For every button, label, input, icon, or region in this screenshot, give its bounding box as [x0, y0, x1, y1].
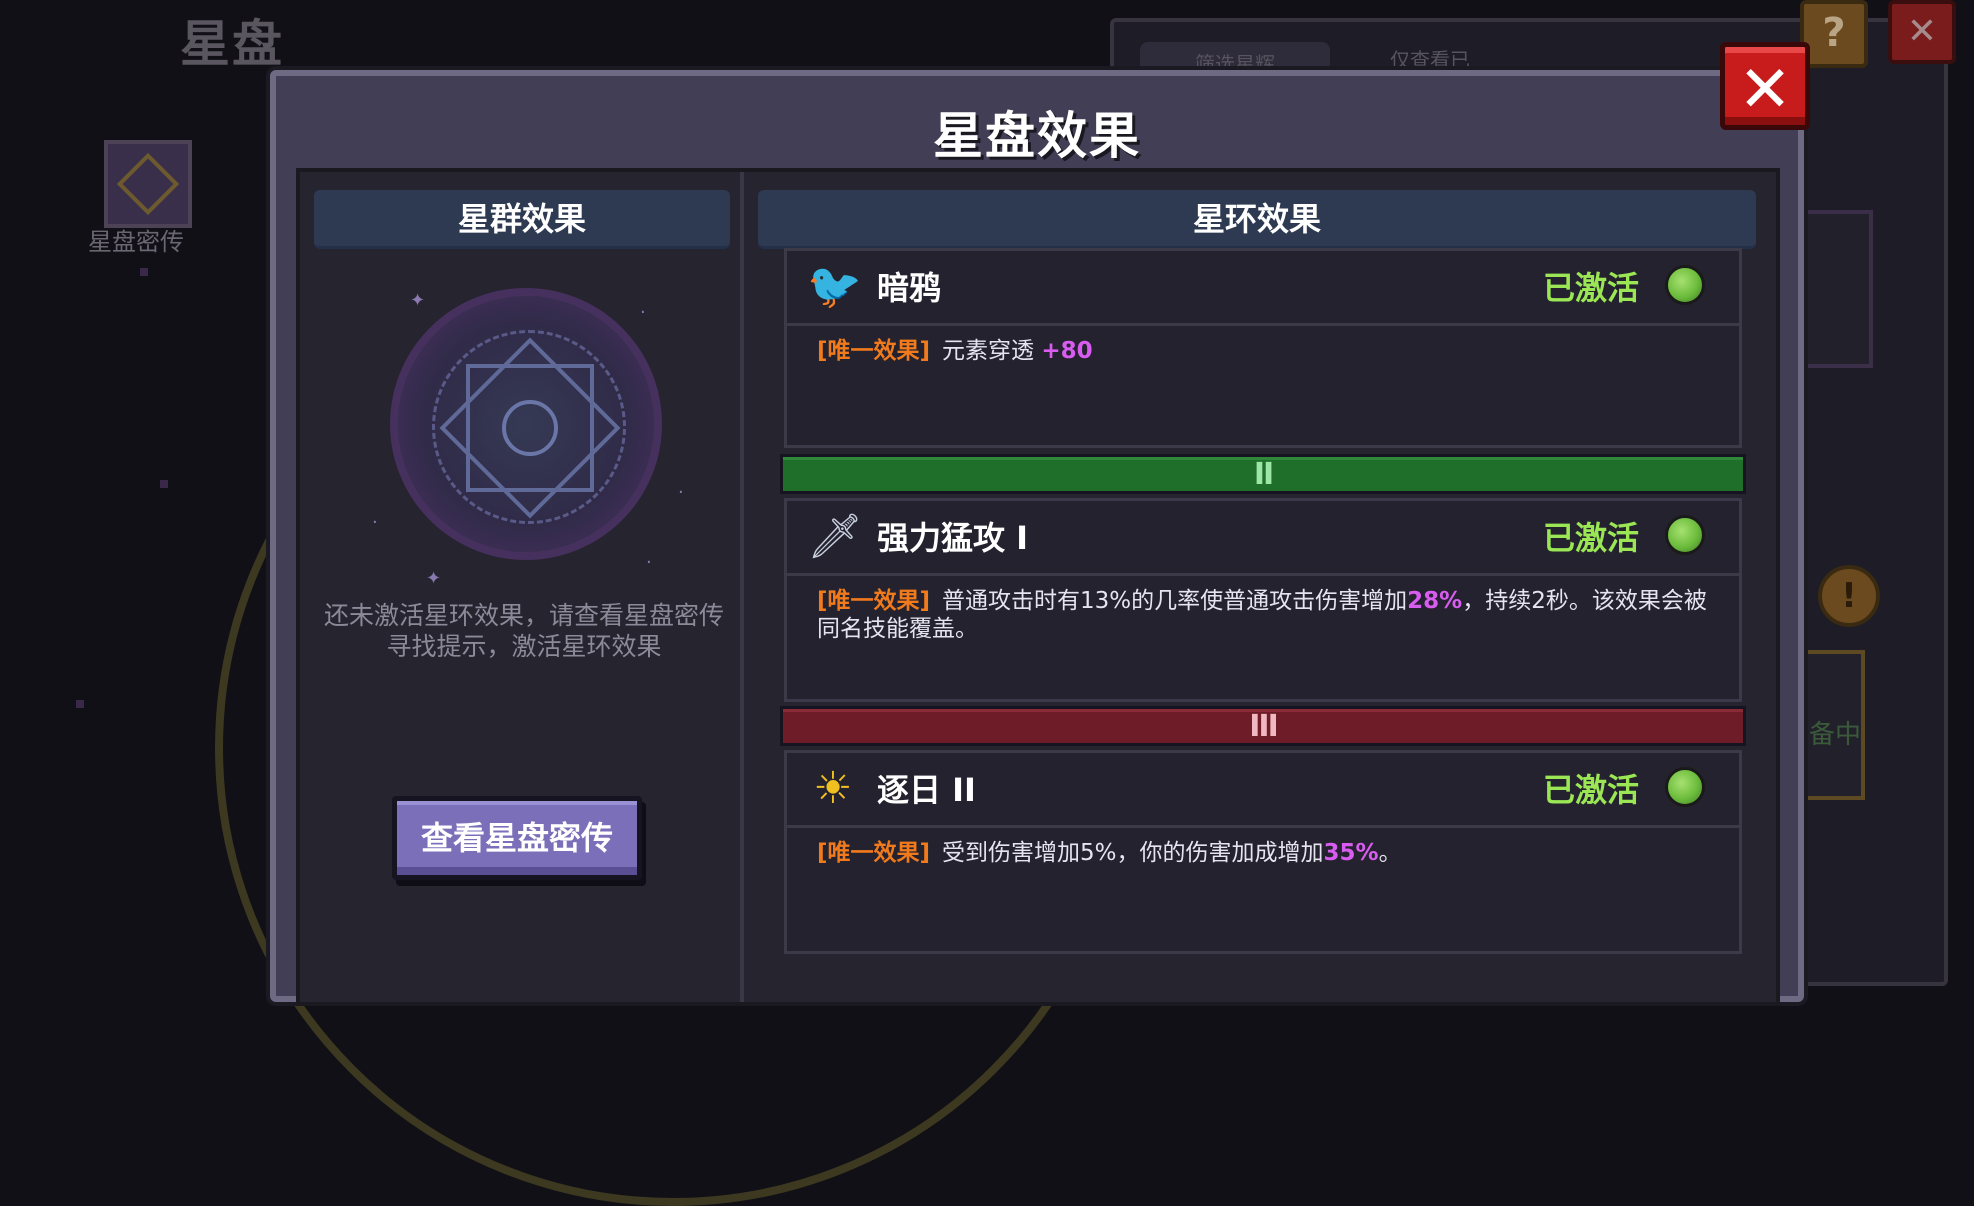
- sword-icon: 🗡: [807, 511, 863, 562]
- effect-desc-value: 35%: [1323, 840, 1379, 866]
- effect-status: 已激活: [1542, 519, 1639, 557]
- effect-name: 暗鸦: [877, 269, 942, 307]
- tier-3-bar: III: [780, 706, 1746, 746]
- effect-name: 逐日 II: [877, 771, 976, 809]
- effect-status: 已激活: [1542, 771, 1639, 809]
- star-disk-effect-dialog: 星盘效果 星群效果 ✦ · · · ✦ · 还未激活星环效果，请查看星盘密传寻找…: [270, 70, 1804, 1006]
- effect-header-row: ☀ 逐日 II 已激活: [787, 753, 1739, 828]
- sparkle-icon: ·: [646, 552, 652, 573]
- effect-status: 已激活: [1542, 269, 1639, 307]
- background-spark: [160, 480, 168, 488]
- background-close-icon: ✕: [1888, 0, 1956, 64]
- effect-description: [唯一效果] 受到伤害增加5%，你的伤害加成增加35%。: [817, 839, 1709, 867]
- effect-desc-text: 。: [1378, 840, 1402, 866]
- dialog-body: 星群效果 ✦ · · · ✦ · 还未激活星环效果，请查看星盘密传寻找提示，激活…: [296, 168, 1780, 1006]
- raven-icon: 🐦: [807, 261, 862, 312]
- background-card-equipped: 备中: [1795, 650, 1865, 800]
- view-star-disk-secret-button[interactable]: 查看星盘密传: [392, 796, 642, 880]
- background-title: 星盘: [180, 15, 284, 73]
- effect-desc-text: 元素穿透: [942, 338, 1042, 364]
- sparkle-icon: ·: [640, 302, 646, 323]
- dialog-title: 星盘效果: [933, 107, 1141, 165]
- tier-2-bar: II: [780, 454, 1746, 494]
- sparkle-icon: ✦: [410, 290, 426, 311]
- background-card: [1795, 210, 1873, 368]
- panel-divider: [740, 172, 744, 1002]
- active-status-icon: [1665, 767, 1705, 807]
- unique-effect-tag: [唯一效果]: [817, 338, 931, 364]
- close-dialog-button[interactable]: ✕: [1720, 42, 1810, 130]
- star-disk-emblem: [390, 288, 662, 560]
- effect-description: [唯一效果] 元素穿透 +80: [817, 337, 1709, 365]
- ring-effect-card: ☀ 逐日 II 已激活 [唯一效果] 受到伤害增加5%，你的伤害加成增加35%。: [784, 750, 1742, 954]
- active-status-icon: [1665, 265, 1705, 305]
- constellation-effect-header: 星群效果: [314, 190, 730, 249]
- ring-effect-list[interactable]: 🐦 暗鸦 已激活 [唯一效果] 元素穿透 +80 II 🗡 强力猛攻 I 已激活 …: [760, 248, 1756, 1010]
- sparkle-icon: ·: [372, 512, 378, 533]
- effect-desc-value: +80: [1041, 338, 1093, 364]
- disk-core: [502, 400, 558, 456]
- sun-icon: ☀: [813, 763, 853, 814]
- sparkle-icon: ·: [678, 482, 684, 503]
- warning-icon: !: [1818, 565, 1880, 627]
- effect-description: [唯一效果] 普通攻击时有13%的几率使普通攻击伤害增加28%，持续2秒。该效果会…: [817, 587, 1709, 643]
- effect-name: 强力猛攻 I: [877, 519, 1029, 557]
- effect-desc-value: 28%: [1407, 588, 1463, 614]
- unique-effect-tag: [唯一效果]: [817, 840, 931, 866]
- active-status-icon: [1665, 515, 1705, 555]
- effect-header-row: 🐦 暗鸦 已激活: [787, 251, 1739, 326]
- no-ring-effect-message: 还未激活星环效果，请查看星盘密传寻找提示，激活星环效果: [323, 601, 724, 661]
- effect-header-row: 🗡 强力猛攻 I 已激活: [787, 501, 1739, 576]
- background-spark: [140, 268, 148, 276]
- sparkle-icon: ✦: [426, 568, 442, 589]
- unique-effect-tag: [唯一效果]: [817, 588, 931, 614]
- effect-desc-text: 普通攻击时有13%的几率使普通攻击伤害增加: [942, 588, 1408, 614]
- star-disk-secret-icon: [104, 140, 192, 228]
- ring-effect-header: 星环效果: [758, 190, 1756, 249]
- background-spark: [76, 700, 84, 708]
- ring-effect-card: 🐦 暗鸦 已激活 [唯一效果] 元素穿透 +80: [784, 248, 1742, 448]
- background-only-view-toggle: 仅查看已: [1390, 48, 1470, 72]
- help-icon: ?: [1800, 0, 1868, 68]
- ring-effect-card: 🗡 强力猛攻 I 已激活 [唯一效果] 普通攻击时有13%的几率使普通攻击伤害增加…: [784, 498, 1742, 702]
- star-disk-secret-label: 星盘密传: [88, 228, 184, 256]
- effect-desc-text: 受到伤害增加5%，你的伤害加成增加: [942, 840, 1324, 866]
